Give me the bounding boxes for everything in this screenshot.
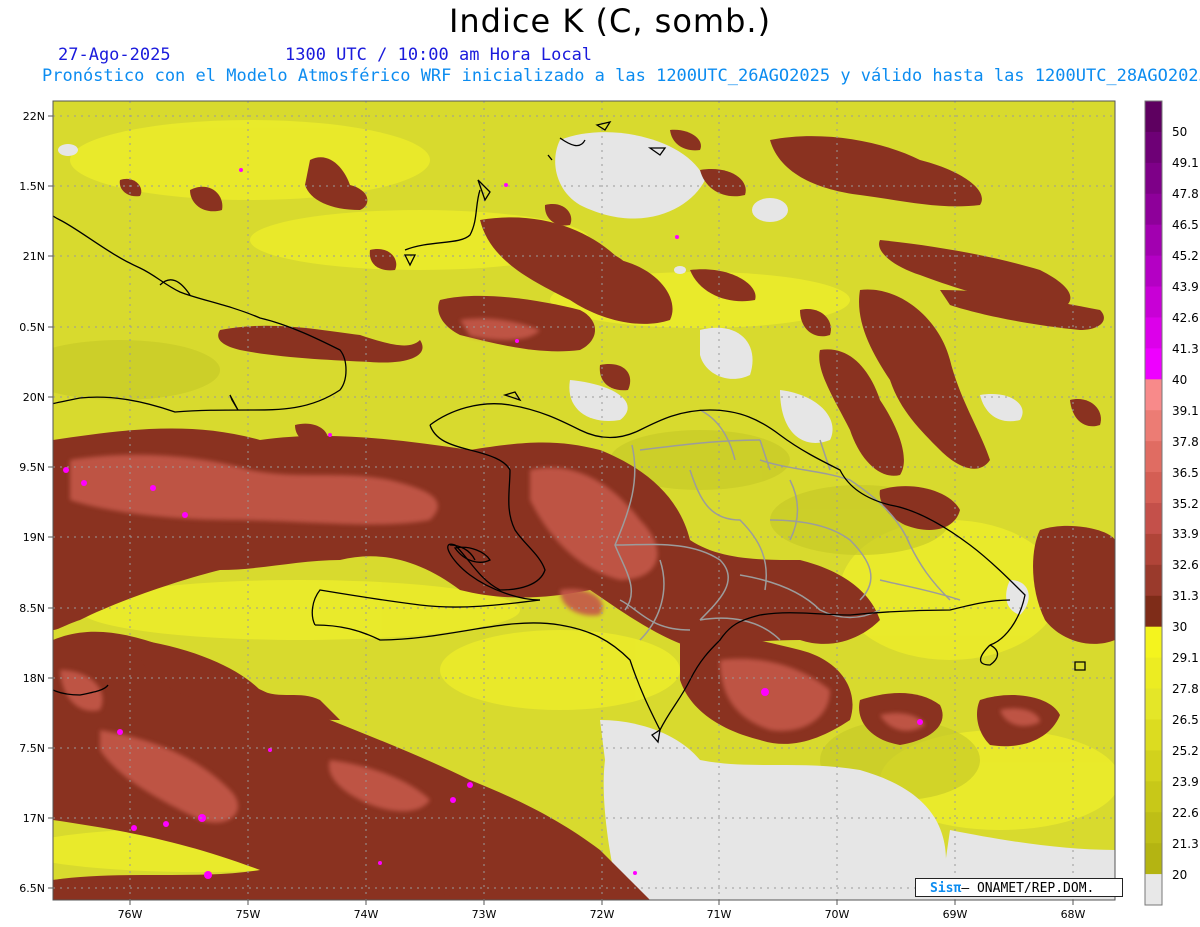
- legend-label: 30: [1172, 620, 1188, 635]
- sisp-logo-text: Sisπ: [930, 881, 962, 896]
- lon-label: 73W: [472, 908, 497, 921]
- legend-label: 33.9: [1172, 527, 1199, 542]
- legend-swatch: [1145, 812, 1162, 844]
- legend-label: 50: [1172, 125, 1188, 140]
- legend-label: 45.2: [1172, 249, 1199, 264]
- lat-label: 21N: [23, 250, 45, 263]
- attribution-text: – ONAMET/REP.DOM.: [961, 881, 1095, 896]
- legend-swatch: [1145, 317, 1162, 349]
- lat-label: 7.5N: [19, 742, 45, 755]
- legend-swatch: [1145, 533, 1162, 566]
- legend-label: 32.6: [1172, 558, 1199, 573]
- legend-swatch: [1145, 595, 1162, 628]
- legend-label: 31.3: [1172, 589, 1199, 604]
- lon-label: 74W: [354, 908, 379, 921]
- legend-swatch: [1145, 101, 1162, 133]
- lat-label: 0.5N: [19, 321, 45, 334]
- legend-label: 49.1: [1172, 156, 1199, 171]
- latitude-labels: 22N 1.5N 21N 0.5N 20N 9.5N 19N 8.5N 18N …: [19, 110, 45, 895]
- legend-swatch: [1145, 255, 1162, 288]
- legend-label: 42.6: [1172, 310, 1199, 325]
- legend-swatch: [1145, 719, 1162, 751]
- lon-label: 71W: [707, 908, 732, 921]
- legend-swatch: [1145, 564, 1162, 597]
- lat-label: 18N: [23, 672, 45, 685]
- lat-label: 19N: [23, 531, 45, 544]
- field-layer: [53, 101, 1115, 900]
- legend-label: 47.8: [1172, 187, 1199, 202]
- legend-label: 39.1: [1172, 403, 1199, 418]
- lat-label: 17N: [23, 812, 45, 825]
- legend-swatch: [1145, 472, 1162, 504]
- legend-swatch: [1145, 781, 1162, 813]
- legend-label: 25.2: [1172, 743, 1199, 758]
- legend-swatch: [1145, 503, 1162, 535]
- legend-swatch: [1145, 224, 1162, 257]
- lon-label: 72W: [590, 908, 615, 921]
- lon-label: 75W: [236, 908, 261, 921]
- lon-label: 76W: [118, 908, 143, 921]
- legend-swatch: [1145, 843, 1162, 875]
- legend-label: 27.8: [1172, 682, 1199, 696]
- legend-label: 40: [1172, 372, 1188, 387]
- legend-label: 43.9: [1172, 280, 1199, 294]
- legend-label: 36.5: [1172, 465, 1199, 480]
- legend-swatch: [1145, 348, 1162, 380]
- legend-label: 26.5: [1172, 712, 1199, 727]
- legend-swatch: [1145, 410, 1162, 442]
- attribution-box: Sisπ– ONAMET/REP.DOM.: [915, 878, 1123, 897]
- legend-swatch: [1145, 286, 1162, 318]
- legend-label: 22.6: [1172, 805, 1199, 820]
- legend-label: 35.2: [1172, 496, 1199, 511]
- legend-label: 37.8: [1172, 434, 1199, 449]
- legend-swatch: [1145, 193, 1162, 226]
- lat-label: 22N: [23, 110, 45, 123]
- legend-label: 21.3: [1172, 836, 1199, 851]
- color-legend-bar: [1144, 100, 1163, 906]
- lat-label: 1.5N: [19, 180, 45, 193]
- lon-label: 70W: [825, 908, 850, 921]
- lon-label: 68W: [1061, 908, 1086, 921]
- legend-swatch: [1145, 657, 1162, 690]
- legend-label: 23.9: [1172, 774, 1199, 789]
- legend-swatch: [1145, 162, 1162, 195]
- legend-swatch: [1145, 626, 1162, 659]
- legend-swatch: [1145, 441, 1162, 473]
- legend-swatch: [1145, 750, 1162, 782]
- legend-swatch: [1145, 379, 1162, 411]
- legend-swatch: [1145, 131, 1162, 164]
- legend-label: 20: [1172, 867, 1188, 882]
- legend-swatch: [1145, 688, 1162, 720]
- k-index-map: 22N 1.5N 21N 0.5N 20N 9.5N 19N 8.5N 18N …: [19, 100, 1163, 921]
- lon-label: 69W: [943, 908, 968, 921]
- lat-label: 9.5N: [19, 461, 45, 474]
- legend-label: 46.5: [1172, 218, 1199, 233]
- lat-label: 8.5N: [19, 602, 45, 615]
- longitude-labels: 76W 75W 74W 73W 72W 71W 70W 69W 68W: [118, 908, 1086, 921]
- legend-swatch: [1145, 874, 1162, 906]
- legend-label: 29.1: [1172, 651, 1199, 666]
- legend-label: 41.3: [1172, 341, 1199, 356]
- lat-label: 20N: [23, 391, 45, 404]
- lat-label: 6.5N: [19, 882, 45, 895]
